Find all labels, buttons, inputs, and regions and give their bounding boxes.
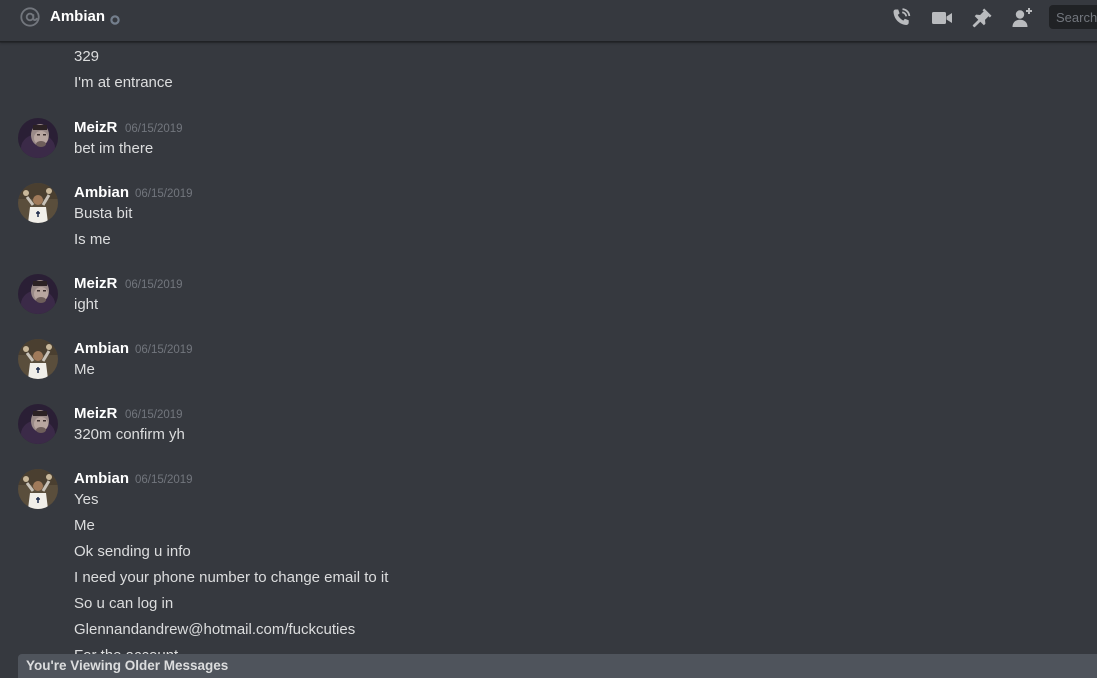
ambian-avatar[interactable] (18, 469, 58, 509)
add-friend-icon[interactable] (1010, 6, 1034, 30)
message-author[interactable]: MeizR (74, 274, 117, 294)
message-content: Ok sending u info (74, 543, 191, 560)
channel-header: Ambian (0, 0, 1097, 42)
message-content: Busta bit (74, 205, 133, 222)
message-timestamp: 06/15/2019 (135, 188, 193, 200)
meizr-avatar[interactable] (18, 404, 58, 444)
viewing-older-messages-bar[interactable]: You're Viewing Older Messages (18, 654, 1097, 678)
message-content: bet im there (74, 140, 154, 157)
message-timestamp: 06/15/2019 (135, 344, 193, 356)
message-content: 329 (74, 48, 100, 65)
meizr-avatar[interactable] (18, 118, 58, 158)
message-content: Yes (74, 491, 99, 508)
message-content: ight (74, 296, 99, 313)
older-messages-label: You're Viewing Older Messages (26, 658, 229, 673)
dm-chat-window: Ambian Search 329 I'm at entrance MeizR … (0, 0, 1097, 678)
message-content: Me (74, 361, 95, 378)
message-content: So u can log in (74, 595, 174, 612)
pin-icon[interactable] (970, 6, 994, 30)
message-content: Is me (74, 231, 111, 248)
message-timestamp: 06/15/2019 (125, 123, 183, 135)
message-author[interactable]: MeizR (74, 118, 117, 138)
meizr-avatar[interactable] (18, 274, 58, 314)
voice-call-icon[interactable] (889, 6, 913, 30)
message-content: For the account (74, 646, 178, 654)
message-timestamp: 06/15/2019 (125, 279, 183, 291)
message-content: I'm at entrance (74, 74, 173, 91)
offline-status-icon (110, 12, 120, 25)
message-timestamp: 06/15/2019 (125, 409, 183, 421)
ambian-avatar[interactable] (18, 183, 58, 223)
message-author[interactable]: Ambian (74, 183, 129, 203)
message-content: I need your phone number to change email… (74, 569, 389, 586)
at-sign-icon (19, 6, 41, 28)
message-content: Me (74, 517, 95, 534)
message-author[interactable]: MeizR (74, 404, 117, 424)
search-input[interactable] (1049, 5, 1097, 29)
message-content: 320m confirm yh (74, 426, 185, 443)
channel-title: Ambian (50, 8, 106, 25)
message-content: Glennandandrew@hotmail.com/fuckcuties (74, 621, 356, 638)
message-list[interactable]: 329 I'm at entrance MeizR 06/15/2019 bet… (0, 42, 1097, 654)
message-author[interactable]: Ambian (74, 339, 129, 359)
video-call-icon[interactable] (930, 6, 954, 30)
message-timestamp: 06/15/2019 (135, 474, 193, 486)
ambian-avatar[interactable] (18, 339, 58, 379)
message-author[interactable]: Ambian (74, 469, 129, 489)
